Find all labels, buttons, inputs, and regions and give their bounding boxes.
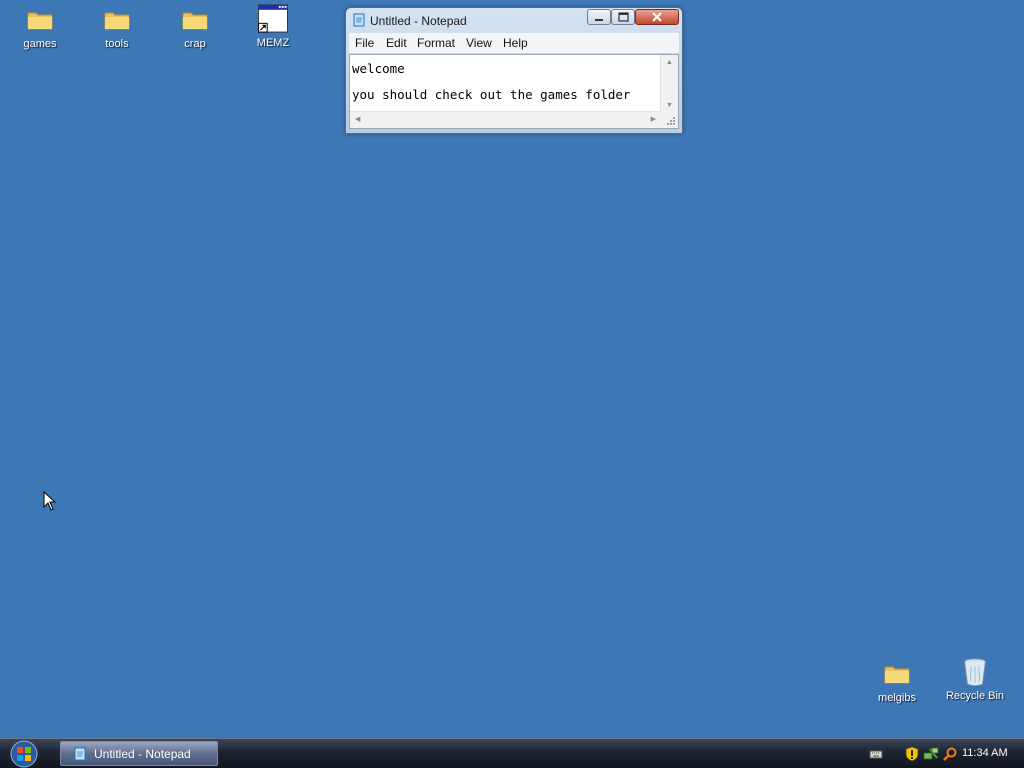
taskbar: Untitled - Notepad 11:34 AM	[0, 738, 1024, 768]
desktop-icon-crap[interactable]: crap	[160, 5, 230, 51]
minimize-button[interactable]	[587, 9, 611, 25]
menu-help[interactable]: Help	[503, 36, 528, 50]
resize-grip-icon	[667, 117, 675, 125]
text-line: welcome	[352, 61, 405, 76]
desktop-icon-label: crap	[184, 38, 206, 50]
close-icon	[652, 12, 662, 22]
desktop-icon-label: games	[23, 38, 57, 50]
notepad-window[interactable]: Untitled - Notepad File Edit Format View…	[345, 7, 683, 134]
scroll-left-icon[interactable]: ◀	[355, 115, 360, 123]
document-text[interactable]: welcome you should check out the games f…	[352, 56, 630, 108]
menu-format[interactable]: Format	[417, 36, 455, 50]
menu-file[interactable]: File	[355, 36, 374, 50]
folder-icon	[884, 666, 910, 684]
desktop-icon-games[interactable]: games	[5, 5, 75, 51]
maximize-icon	[618, 12, 629, 22]
notepad-icon	[353, 13, 365, 27]
text-line: you should check out the games folder	[352, 87, 631, 102]
mouse-cursor-icon	[43, 491, 56, 511]
menu-bar: File Edit Format View Help	[349, 33, 679, 54]
scroll-down-icon[interactable]: ▼	[666, 102, 673, 109]
desktop-icon-label: MEMZ	[256, 37, 290, 49]
application-shortcut-icon	[258, 4, 288, 33]
horizontal-scrollbar[interactable]: ◀ ▶	[350, 111, 661, 128]
desktop-icon-recycle-bin[interactable]: Recycle Bin	[940, 657, 1010, 703]
search-icon[interactable]	[942, 746, 958, 762]
taskbar-button-label: Untitled - Notepad	[94, 747, 191, 761]
desktop-icon-memz[interactable]: MEMZ	[238, 4, 308, 50]
recycle-bin-icon	[964, 658, 986, 687]
desktop[interactable]: games tools crap MEMZ melgibs Recycle Bi…	[0, 0, 1024, 768]
resize-grip[interactable]	[661, 112, 678, 128]
network-icon[interactable]	[923, 746, 939, 762]
text-editor-area[interactable]: welcome you should check out the games f…	[349, 54, 679, 129]
security-shield-icon[interactable]	[904, 746, 920, 762]
folder-icon	[104, 12, 130, 30]
maximize-button[interactable]	[611, 9, 635, 25]
system-clock[interactable]: 11:34 AM	[962, 747, 1008, 759]
desktop-icon-tools[interactable]: tools	[82, 5, 152, 51]
window-title-bar[interactable]: Untitled - Notepad	[346, 8, 682, 33]
desktop-icon-melgibs[interactable]: melgibs	[862, 659, 932, 705]
taskbar-button-notepad[interactable]: Untitled - Notepad	[60, 741, 218, 766]
vertical-scrollbar[interactable]: ▲ ▼	[660, 55, 678, 112]
folder-icon	[27, 12, 53, 30]
window-title: Untitled - Notepad	[370, 14, 467, 28]
desktop-icon-label: tools	[105, 38, 129, 50]
desktop-icon-label: melgibs	[878, 692, 916, 704]
windows-orb-icon[interactable]	[8, 740, 40, 768]
scroll-right-icon[interactable]: ▶	[651, 115, 656, 123]
folder-icon	[182, 12, 208, 30]
desktop-icon-label: Recycle Bin	[945, 690, 1005, 702]
notepad-icon	[74, 747, 86, 761]
minimize-icon	[595, 19, 603, 21]
menu-edit[interactable]: Edit	[386, 36, 407, 50]
menu-view[interactable]: View	[466, 36, 492, 50]
scroll-up-icon[interactable]: ▲	[666, 59, 673, 66]
close-button[interactable]	[635, 9, 679, 25]
keyboard-icon[interactable]	[868, 746, 884, 762]
